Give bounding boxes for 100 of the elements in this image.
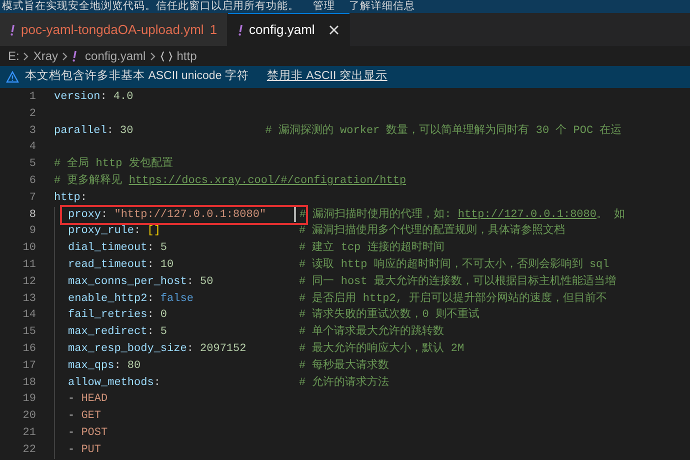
- code-token: allow_methods: [68, 376, 154, 391]
- code-token: fail_retries: [68, 308, 148, 324]
- code-token: proxy: [68, 208, 102, 223]
- code-token: PUT: [81, 442, 102, 458]
- code-token: -: [68, 442, 76, 458]
- line-number: 10: [22, 241, 36, 256]
- code-comment: # 漏洞扫描时使用的代理，如:: [299, 207, 452, 223]
- code-token: http: [54, 190, 80, 206]
- close-icon[interactable]: [328, 25, 339, 35]
- code-token: dial_timeout: [68, 241, 148, 256]
- breadcrumb-item[interactable]: config.yaml: [85, 47, 146, 65]
- warning-action-link[interactable]: 禁用非 ASCII 突出显示: [266, 68, 388, 86]
- code-token: -: [68, 426, 76, 441]
- code-token: 30: [120, 124, 134, 139]
- code-token: :: [147, 325, 155, 340]
- line-number: 22: [22, 442, 36, 458]
- code-token: 80: [127, 358, 141, 374]
- line-number: 17: [22, 358, 36, 374]
- banner-link[interactable]: 管理: [313, 0, 335, 12]
- chevron-icon: [62, 52, 68, 60]
- braces-icon: [160, 50, 173, 62]
- editor-tab[interactable]: poc-yaml-tongdaOA-upload.yml 1: [0, 13, 228, 46]
- chevron-icon: [150, 52, 156, 60]
- code-token: :: [147, 292, 155, 307]
- code-token: false: [160, 292, 194, 307]
- line-number: 15: [22, 325, 36, 340]
- yaml-file-icon: [238, 24, 244, 36]
- code-comment: 。 如: [596, 207, 626, 223]
- code-comment: # 漏洞扫描使用多个代理的配置规则，具体请参照文档: [299, 223, 566, 240]
- code-comment: # 读取 http 响应的超时时间，不可太小，否则会影响到 sql: [299, 256, 610, 273]
- line-number: 13: [22, 292, 36, 307]
- code-token: HEAD: [81, 392, 108, 408]
- line-number: 6: [28, 174, 36, 189]
- banner-message: 模式旨在实现安全地浏览代码。信任此窗口以启用所有功能。: [2, 0, 299, 12]
- line-number: 4: [28, 140, 36, 156]
- line-number: 9: [28, 224, 36, 240]
- warning-icon: [6, 71, 19, 83]
- code-token: enable_http2: [68, 292, 148, 307]
- yaml-file-icon: [10, 24, 15, 36]
- code-token: []: [147, 224, 160, 240]
- code-comment: # 每秒最大请求数: [299, 358, 390, 374]
- code-token: max_qps: [68, 358, 114, 374]
- code-token: :: [101, 208, 109, 223]
- code-token: read_timeout: [68, 258, 148, 273]
- code-comment: # 漏洞探测的 worker 数量，可以简单理解为同时有 30 个 POC 在运: [265, 123, 622, 139]
- line-number: 11: [22, 258, 36, 273]
- code-token: :: [147, 308, 155, 324]
- warning-message: 本文档包含许多非基本 ASCII unicode 字符: [25, 68, 249, 84]
- comment-link[interactable]: http://127.0.0.1:8080: [458, 206, 596, 224]
- code-token: :: [147, 241, 155, 256]
- comment-link[interactable]: https://docs.xray.cool/#/configration/http: [128, 172, 406, 190]
- line-number: 14: [22, 308, 36, 324]
- code-token: parallel: [54, 124, 107, 139]
- line-number: 8: [28, 208, 36, 223]
- line-number: 5: [28, 157, 36, 172]
- banner-link[interactable]: 了解详细信息: [349, 0, 415, 12]
- editor-tab[interactable]: config.yaml: [228, 13, 350, 46]
- code-token: :: [134, 224, 142, 240]
- line-number: 18: [22, 376, 36, 391]
- line-number: 2: [28, 106, 36, 122]
- code-token: :: [80, 190, 88, 206]
- line-number: 1: [28, 90, 36, 105]
- breadcrumb-item[interactable]: Xray: [33, 47, 58, 65]
- code-comment: # 单个请求最大允许的跳转数: [299, 324, 444, 340]
- code-token: version: [54, 90, 100, 105]
- line-number: 20: [22, 409, 36, 424]
- code-token: proxy_rule: [68, 224, 134, 240]
- code-token: :: [114, 358, 122, 374]
- code-token: -: [68, 409, 76, 424]
- code-token: 0: [160, 308, 168, 324]
- breadcrumb-item[interactable]: http: [176, 47, 197, 65]
- code-token: :: [186, 274, 194, 290]
- line-number: 12: [22, 274, 36, 290]
- code-token: POST: [81, 426, 108, 441]
- code-token: :: [147, 258, 155, 273]
- code-comment: # 建立 tcp 连接的超时时间: [299, 240, 444, 256]
- code-token: "http://127.0.0.1:8080": [114, 208, 266, 223]
- code-comment: # 请求失败的重试次数，0 则不重试: [299, 307, 480, 324]
- code-token: max_conns_per_host: [68, 274, 187, 290]
- code-token: max_redirect: [68, 325, 148, 340]
- yaml-file-icon: [72, 50, 78, 62]
- code-token: :: [100, 90, 108, 105]
- code-token: 10: [160, 258, 174, 273]
- code-token: :: [106, 124, 114, 139]
- line-number: 3: [28, 124, 36, 139]
- text-cursor: [294, 207, 296, 222]
- code-token: :: [186, 342, 194, 357]
- code-token: max_resp_body_size: [68, 342, 187, 357]
- code-token: :: [154, 376, 160, 391]
- code-comment: # 最大允许的响应大小，默认 2M: [299, 340, 464, 357]
- line-number: 21: [22, 426, 36, 441]
- line-number: 19: [22, 392, 36, 408]
- code-token: 5: [160, 325, 168, 340]
- code-token: -: [68, 392, 76, 408]
- code-comment: # 全局 http 发包配置: [54, 156, 173, 172]
- code-comment: # 更多解释见: [54, 173, 124, 189]
- breadcrumb-item[interactable]: E:: [8, 47, 20, 65]
- code-comment: # 是否启用 http2, 开启可以提升部分网站的速度，但目前不: [299, 290, 608, 307]
- code-token: 2097152: [200, 342, 246, 357]
- code-comment: # 同一 host 最大允许的连接数，可以根据目标主机性能适当增: [299, 274, 616, 290]
